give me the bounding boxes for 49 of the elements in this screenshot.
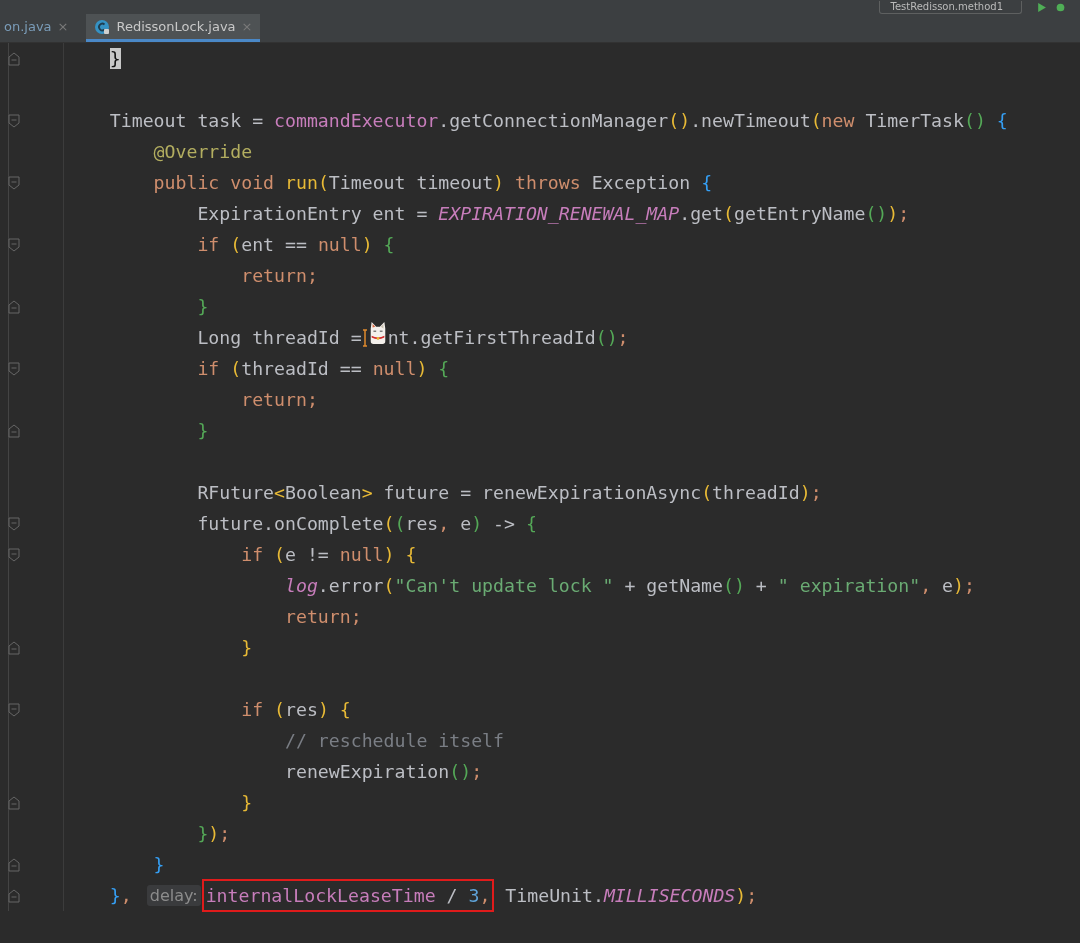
code-text: TimeUnit.MILLISECONDS);	[504, 885, 758, 906]
file-tab[interactable]: on.java ×	[0, 14, 77, 42]
debug-icon[interactable]	[1055, 1, 1066, 13]
code-line: }	[153, 854, 165, 875]
fold-marker-icon[interactable]	[8, 516, 20, 531]
fold-marker-icon[interactable]	[8, 237, 20, 252]
fold-marker-icon[interactable]	[8, 175, 20, 190]
run-icon[interactable]	[1036, 1, 1047, 13]
code-line: if (ent == null) {	[197, 234, 395, 255]
text-cursor-icon	[361, 327, 368, 348]
code-line: renewExpiration();	[285, 761, 483, 782]
code-line: }	[197, 420, 209, 441]
parameter-hint: delay:	[146, 885, 201, 906]
code-line: if (threadId == null) {	[197, 358, 450, 379]
code-line: if (res) {	[241, 699, 351, 720]
code-line: return;	[241, 389, 318, 410]
close-tab-button[interactable]: ×	[57, 19, 69, 34]
fold-marker-icon[interactable]	[8, 857, 20, 872]
code-line: RFuture<Boolean> future = renewExpirationAsync(threadId);	[197, 482, 822, 503]
fold-marker-icon[interactable]	[8, 795, 20, 810]
fold-marker-icon[interactable]	[8, 702, 20, 717]
code-line: // reschedule itself	[285, 730, 504, 751]
code-line: Timeout task = commandExecutor.getConnectionManager().newTimeout(new TimerTask() {	[109, 110, 1008, 131]
code-text: nt.getFirstThreadId();	[387, 327, 629, 348]
fold-marker-icon[interactable]	[8, 640, 20, 655]
code-line: if (e != null) {	[241, 544, 417, 565]
code-line: return;	[241, 265, 318, 286]
code-text: Long threadId =	[197, 327, 362, 348]
code-text: },	[109, 885, 132, 906]
code-line: }	[241, 792, 253, 813]
fold-marker-icon[interactable]	[8, 547, 20, 562]
code-line: log.error("Can't update lock " + getName() + " expiration", e);	[285, 575, 975, 596]
fold-marker-icon[interactable]	[8, 423, 20, 438]
code-line: return;	[285, 606, 362, 627]
code-line: future.onComplete((res, e) -> {	[197, 513, 537, 534]
code-line: public void run(Timeout timeout) throws Exception {	[153, 172, 713, 193]
code-line: @Override	[153, 141, 253, 162]
fold-marker-icon[interactable]	[8, 361, 20, 376]
code-line: }	[197, 296, 209, 317]
file-tab[interactable]: RedissonLock.java ×	[86, 14, 261, 42]
code-line: });	[197, 823, 231, 844]
code-line: ExpirationEntry ent = EXPIRATION_RENEWAL_MAP.get(getEntryName());	[197, 203, 910, 224]
fold-marker-icon[interactable]	[8, 299, 20, 314]
run-configuration-dropdown[interactable]: TestRedisson.method1	[879, 0, 1022, 14]
fold-marker-icon[interactable]	[8, 113, 20, 128]
code-text: internalLockLeaseTime / 3,	[205, 885, 491, 906]
fold-marker-icon[interactable]	[8, 888, 20, 903]
code-line: }	[241, 637, 253, 658]
fold-marker-icon[interactable]	[8, 51, 20, 66]
